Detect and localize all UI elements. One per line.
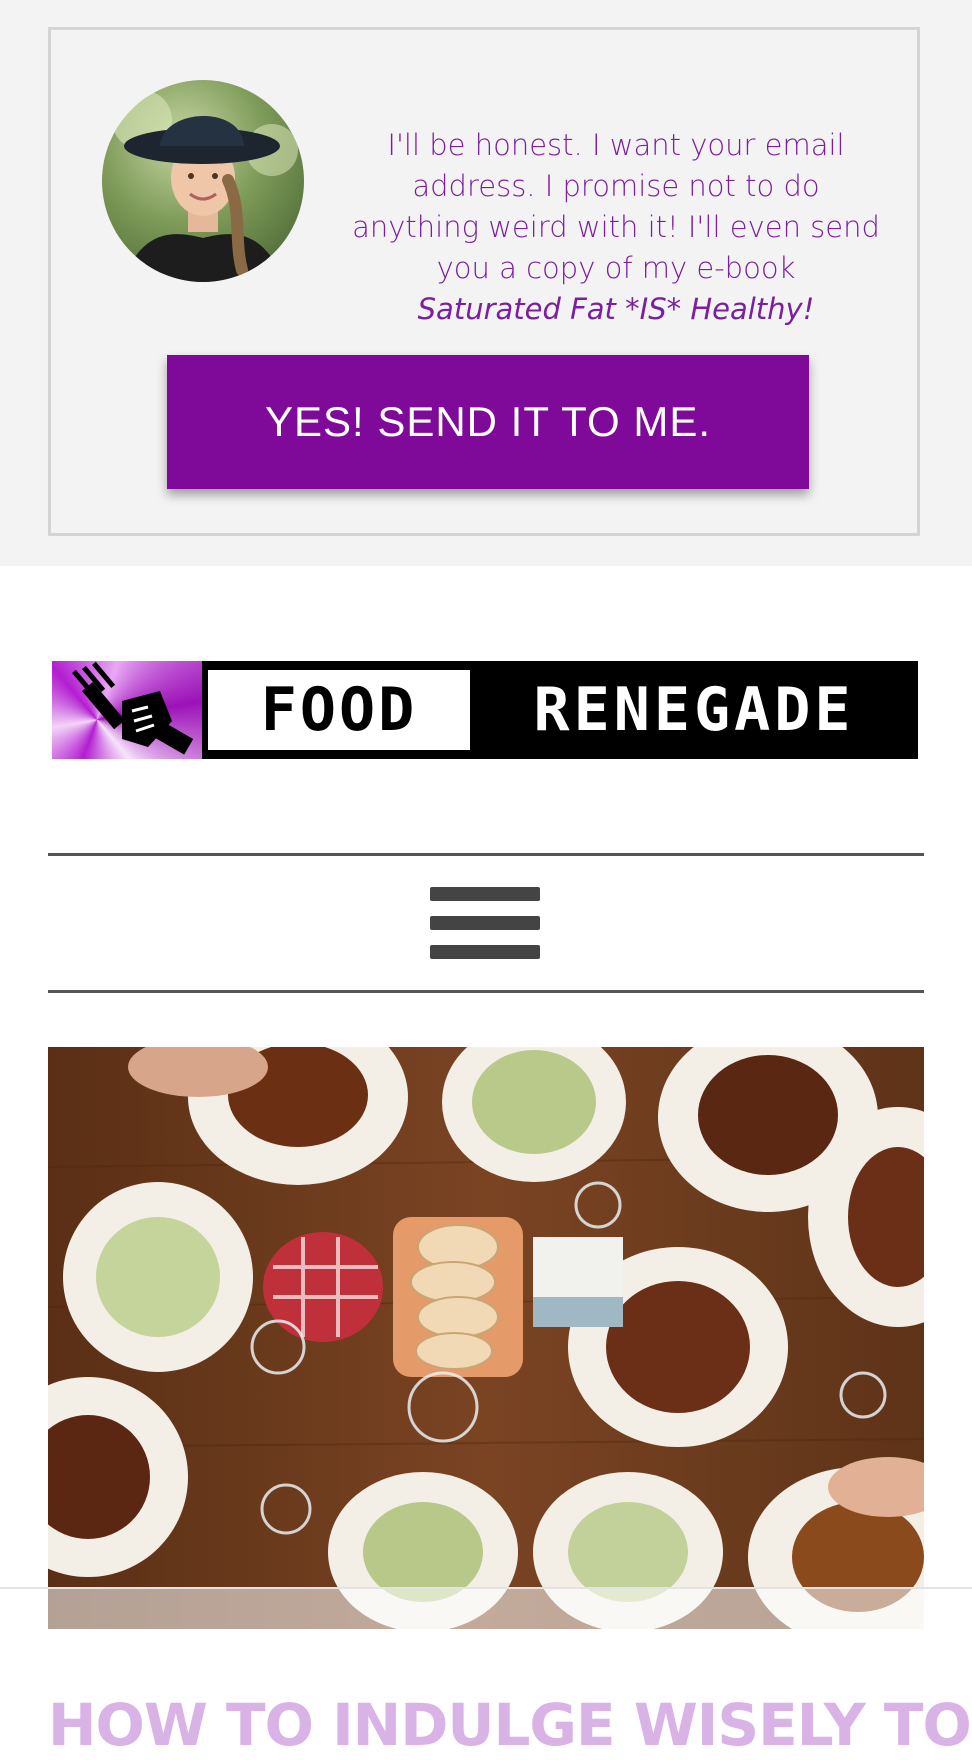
ebook-title: Saturated Fat *IS* Healthy!: [417, 292, 815, 326]
article-hero-image: [48, 1047, 924, 1629]
menu-bar: [430, 945, 540, 959]
optin-pitch-text: I'll be honest. I want your email addres…: [351, 125, 881, 330]
logo-word-food: FOOD: [208, 670, 470, 750]
site-logo[interactable]: FOOD RENEGADE: [52, 661, 918, 759]
article-title[interactable]: HOW TO INDULGE WISELY TO: [48, 1690, 972, 1760]
menu-bar: [430, 887, 540, 901]
send-ebook-button[interactable]: YES! SEND IT TO ME.: [167, 355, 809, 489]
logo-word-renegade: RENEGADE: [533, 675, 855, 745]
fist-fork-logo-icon: [52, 661, 202, 759]
main-nav: [48, 853, 924, 993]
optin-box: I'll be honest. I want your email addres…: [48, 27, 920, 536]
pitch-body: I'll be honest. I want your email addres…: [352, 128, 880, 285]
author-avatar: [102, 80, 304, 282]
menu-bar: [430, 916, 540, 930]
email-optin-banner: I'll be honest. I want your email addres…: [0, 0, 972, 566]
hamburger-menu-icon[interactable]: [430, 887, 540, 959]
